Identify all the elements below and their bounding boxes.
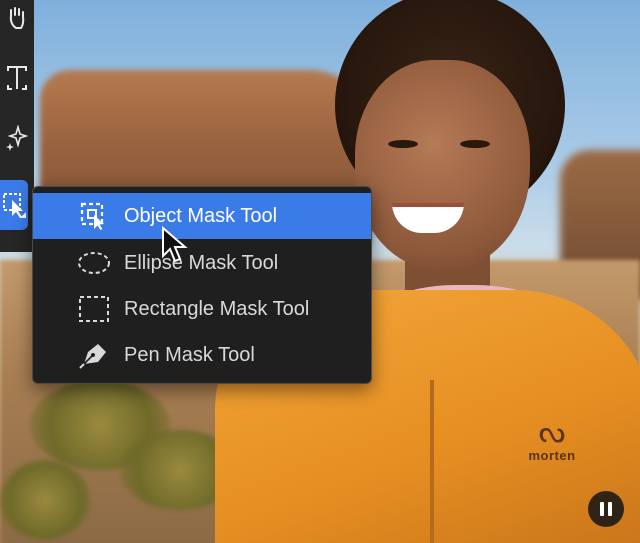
menu-item-label: Ellipse Mask Tool [124, 251, 279, 274]
menu-item-object-mask-tool[interactable]: Object Mask Tool [33, 193, 371, 239]
mask-tool-icon[interactable] [0, 180, 28, 230]
pen-mask-icon [77, 338, 111, 372]
tools-panel [0, 0, 34, 252]
mask-tools-flyout: Object Mask Tool Ellipse Mask Tool Recta… [32, 186, 372, 384]
sparkle-effects-icon[interactable] [0, 120, 34, 156]
type-tool-icon[interactable] [0, 60, 34, 96]
mouse-cursor-icon [160, 225, 188, 271]
menu-item-rectangle-mask-tool[interactable]: Rectangle Mask Tool [33, 286, 371, 332]
menu-item-label: Pen Mask Tool [124, 343, 255, 366]
menu-item-label: Rectangle Mask Tool [124, 297, 310, 320]
menu-item-ellipse-mask-tool[interactable]: Ellipse Mask Tool [33, 240, 371, 286]
jacket-logo: ᔓ morten [528, 415, 576, 464]
hand-icon[interactable] [0, 0, 34, 36]
object-mask-icon [77, 199, 111, 233]
pause-button[interactable] [588, 491, 624, 527]
menu-item-label: Object Mask Tool [124, 204, 278, 227]
menu-item-pen-mask-tool[interactable]: Pen Mask Tool [33, 332, 371, 378]
ellipse-mask-icon [77, 246, 111, 280]
rectangle-mask-icon [77, 292, 111, 326]
